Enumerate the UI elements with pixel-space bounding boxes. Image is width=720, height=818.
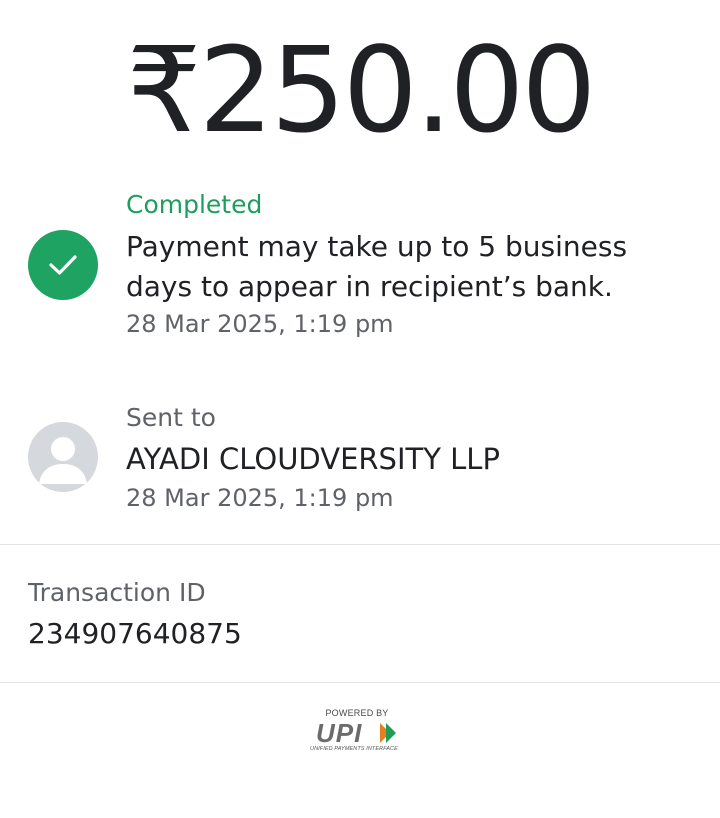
avatar-placeholder-icon	[28, 422, 98, 492]
upi-tagline: UNIFIED PAYMENTS INTERFACE	[310, 746, 398, 752]
status-label: Completed	[126, 190, 263, 219]
upi-brand-icon: UPI	[316, 720, 396, 746]
payment-status-section: Completed Payment may take up to 5 busin…	[0, 185, 720, 345]
transaction-id-label: Transaction ID	[28, 578, 206, 607]
divider	[0, 682, 720, 683]
sent-timestamp: 28 Mar 2025, 1:19 pm	[126, 484, 394, 512]
powered-by-label: POWERED BY	[325, 708, 389, 718]
svg-text:UPI: UPI	[316, 720, 362, 746]
recipient-section[interactable]: Sent to AYADI CLOUDVERSITY LLP 28 Mar 20…	[0, 400, 720, 520]
recipient-name: AYADI CLOUDVERSITY LLP	[126, 442, 500, 476]
sent-to-label: Sent to	[126, 403, 216, 432]
status-timestamp: 28 Mar 2025, 1:19 pm	[126, 310, 394, 338]
divider	[0, 544, 720, 545]
transaction-id-value[interactable]: 234907640875	[28, 616, 242, 652]
upi-logo: POWERED BY UPI UNIFIED PAYMENTS INTERFAC…	[310, 708, 410, 758]
payment-amount: ₹250.00	[126, 21, 597, 159]
check-circle-icon	[28, 230, 98, 300]
status-message: Payment may take up to 5 business days t…	[126, 230, 628, 303]
